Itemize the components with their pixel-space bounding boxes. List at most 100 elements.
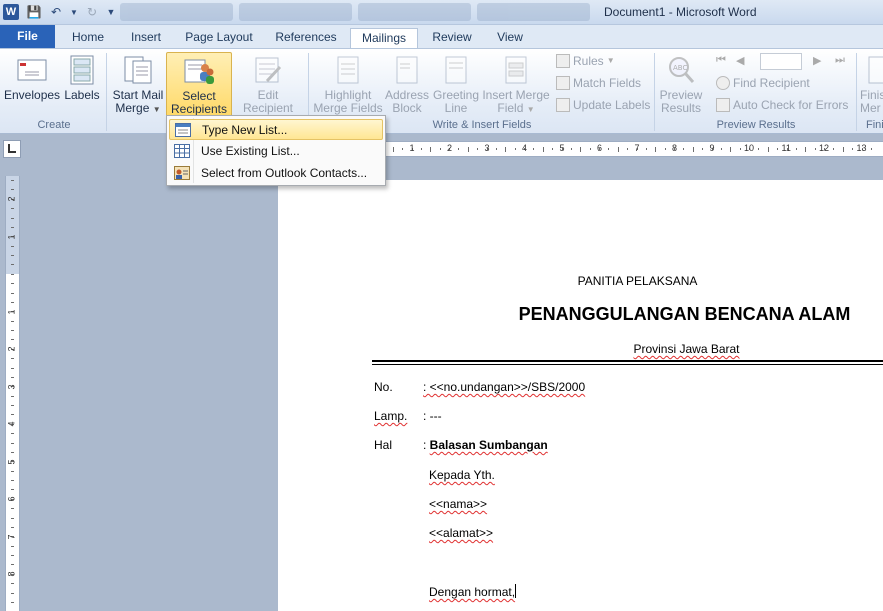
chevron-down-icon: ▼ [152, 105, 161, 114]
ruler-number: 2 [6, 346, 17, 352]
ruler-tick [870, 148, 872, 150]
ruler-number: 3 [484, 143, 490, 153]
insert-merge-field-button[interactable]: Insert Merge Field ▼ [482, 52, 550, 118]
customize-qat-icon[interactable]: ▼ [106, 4, 116, 20]
tab-home[interactable]: Home [64, 28, 112, 48]
undo-icon[interactable]: ↶ [48, 4, 64, 20]
greeting-line-button[interactable]: Greeting Line [431, 52, 481, 118]
ruler-tick [833, 148, 835, 150]
outlook-contacts-icon [174, 166, 190, 180]
chevron-down-icon: ▼ [606, 56, 615, 65]
quick-access-toolbar: 💾 ↶ ▼ ↻ ▼ [26, 3, 116, 21]
doc-alamat-field[interactable]: <<alamat>> [429, 526, 493, 540]
tab-mailings[interactable]: Mailings [350, 28, 418, 48]
ruler-number: 2 [6, 196, 17, 202]
preview-results-button[interactable]: ABC Preview Results [658, 52, 704, 118]
tab-insert[interactable]: Insert [122, 28, 170, 48]
menu-item-use-existing-list[interactable]: Use Existing List... [169, 141, 383, 162]
doc-kepada[interactable]: Kepada Yth. [429, 468, 495, 482]
ruler-tick [11, 414, 14, 416]
insert-merge-field-icon [500, 54, 532, 86]
vertical-ruler[interactable]: 2 1 1 2 3 4 5 6 7 8 [5, 176, 20, 611]
menu-item-type-new-list[interactable]: Type New List... [169, 119, 383, 140]
doc-title[interactable]: PENANGGULANGAN BENCANA ALAM [372, 304, 883, 325]
last-record-icon[interactable]: ⏭ [835, 54, 845, 67]
ruler-tick [495, 148, 497, 150]
document-page[interactable] [278, 180, 883, 611]
existing-list-icon [174, 144, 190, 158]
ruler-tick [805, 146, 807, 152]
highlight-merge-fields-button[interactable]: Highlight Merge Fields [312, 52, 384, 118]
first-record-icon[interactable]: ⏮ [716, 54, 726, 67]
ruler-tick [655, 146, 657, 152]
doc-nama-field[interactable]: <<nama>> [429, 497, 487, 511]
preview-magnifier-icon: ABC [665, 54, 697, 86]
undo-dropdown-icon[interactable]: ▼ [70, 4, 78, 20]
doc-hal-label: Hal [374, 438, 393, 452]
ruler-tick [739, 148, 741, 150]
redo-icon[interactable]: ↻ [84, 4, 100, 20]
tab-page-layout[interactable]: Page Layout [180, 28, 258, 48]
tab-file[interactable]: File [0, 25, 55, 48]
tab-review[interactable]: Review [426, 28, 478, 48]
envelopes-button[interactable]: Envelopes [4, 52, 60, 118]
ruler-tick [552, 148, 554, 150]
ruler-tick [692, 146, 694, 152]
match-fields-button[interactable]: Match Fields [556, 74, 641, 92]
ruler-tick [542, 146, 544, 152]
ruler-number: 7 [634, 143, 640, 153]
find-recipient-button[interactable]: Find Recipient [716, 74, 810, 92]
ruler-tick [514, 148, 516, 150]
tab-references[interactable]: References [270, 28, 342, 48]
ruler-tick [720, 148, 722, 150]
ruler-tick [11, 292, 14, 294]
ruler-tick [11, 255, 14, 256]
doc-hal-value[interactable]: : Balasan Sumbangan [423, 438, 548, 452]
ruler-tick [11, 470, 14, 472]
ruler-number: 7 [6, 533, 17, 540]
select-recipients-menu: Type New List... Use Existing List... Se… [166, 115, 386, 186]
finish-merge-button[interactable]: Finis Mer [860, 52, 883, 118]
rules-button[interactable]: Rules ▼ [556, 52, 615, 70]
ruler-tick [11, 592, 14, 594]
save-icon[interactable]: 💾 [26, 4, 42, 20]
address-block-button[interactable]: Address Block [384, 52, 430, 118]
ruler-tick [11, 451, 14, 453]
doc-lamp-value[interactable]: : --- [423, 409, 442, 423]
ruler-tick [11, 330, 14, 331]
finish-icon [862, 54, 883, 86]
edit-recipient-list-button[interactable]: Edit Recipient List [233, 52, 303, 128]
doc-province[interactable]: Provinsi Jawa Barat [372, 342, 883, 356]
ruler-tick [852, 148, 854, 150]
record-number-input[interactable] [760, 53, 802, 70]
ruler-tick [11, 517, 14, 519]
ruler-tick [11, 180, 14, 181]
ruler-tick [664, 148, 666, 150]
menu-item-outlook-contacts[interactable]: Select from Outlook Contacts... [169, 163, 383, 184]
start-mail-merge-button[interactable]: Start Mail Merge ▼ [110, 52, 166, 118]
ruler-tick [11, 405, 14, 406]
ruler-tick [505, 146, 507, 152]
select-recipients-button[interactable]: Select Recipients ▼ [166, 52, 232, 128]
doc-org-line[interactable]: PANITIA PELAKSANA [372, 274, 883, 288]
ruler-tick [11, 358, 14, 360]
word-app-icon[interactable]: W [3, 4, 19, 20]
labels-button[interactable]: Labels [62, 52, 102, 118]
previous-record-icon[interactable]: ◀ [736, 54, 744, 67]
ruler-tick [439, 148, 441, 150]
next-record-icon[interactable]: ▶ [813, 54, 821, 67]
update-labels-button[interactable]: Update Labels [556, 96, 650, 114]
highlight-icon [332, 54, 364, 86]
address-block-icon [391, 54, 423, 86]
text-cursor [515, 584, 517, 598]
doc-no-value[interactable]: : <<no.undangan>>/SBS/2000 [423, 380, 585, 394]
ruler-number: 8 [6, 571, 17, 577]
auto-check-errors-button[interactable]: Auto Check for Errors [716, 96, 848, 114]
tab-selector[interactable] [3, 140, 21, 158]
doc-salutation[interactable]: Dengan hormat, [429, 584, 517, 599]
ruler-tick [477, 148, 479, 150]
ruler-tick [683, 148, 685, 150]
ruler-tick [430, 146, 432, 152]
ribbon-tabs: File Home Insert Page Layout References … [0, 25, 883, 48]
tab-view[interactable]: View [488, 28, 532, 48]
